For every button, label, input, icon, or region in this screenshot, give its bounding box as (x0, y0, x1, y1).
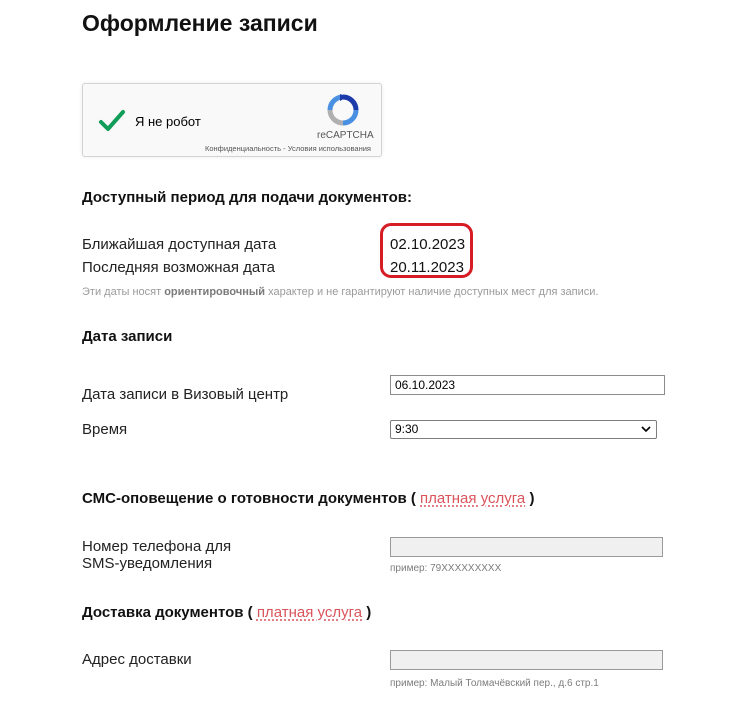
phone-label-line1: Номер телефона для (82, 538, 232, 555)
appointment-date-label: Дата записи в Визовый центр (82, 386, 289, 403)
captcha-label: Я не робот (135, 114, 201, 129)
time-select-value: 9:30 (395, 422, 419, 436)
note-bold: ориентировочный (164, 286, 266, 298)
time-select[interactable]: 9:30 (390, 420, 657, 439)
period-heading: Доступный период для подачи документов: (82, 189, 412, 206)
time-label: Время (82, 421, 128, 438)
phone-hint: пример: 79XXXXXXXXX (390, 563, 502, 574)
chevron-down-icon (641, 426, 651, 433)
latest-date-label: Последняя возможная дата (82, 259, 275, 276)
address-input[interactable] (390, 650, 663, 670)
address-hint: пример: Малый Толмачёвский пер., д.6 стр… (390, 678, 599, 689)
captcha-separator: - (283, 144, 286, 153)
check-icon[interactable] (97, 106, 127, 136)
delivery-heading-text: Доставка документов ( (82, 604, 253, 621)
appointment-date-input[interactable] (390, 375, 665, 395)
note-prefix: Эти даты носят (82, 286, 162, 298)
sms-heading: СМС-оповещение о готовности документов (… (82, 490, 534, 507)
page-title: Оформление записи (82, 10, 318, 36)
captcha-brand: reCAPTCHA (317, 130, 374, 141)
delivery-heading-close: ) (366, 604, 372, 621)
captcha-links: Конфиденциальность - Условия использован… (205, 144, 371, 153)
captcha-terms-link[interactable]: Условия использования (288, 144, 371, 153)
appointment-heading: Дата записи (82, 328, 173, 345)
address-label: Адрес доставки (82, 651, 192, 668)
recaptcha-widget[interactable]: Я не робот reCAPTCHA Конфиденциальность … (82, 83, 382, 157)
delivery-paid-service-link[interactable]: платная услуга (257, 604, 362, 621)
phone-input[interactable] (390, 537, 663, 557)
dates-highlight-annotation (380, 223, 473, 278)
sms-heading-close: ) (529, 490, 535, 507)
period-note: Эти даты носят ориентировочный характер … (82, 286, 598, 298)
earliest-date-label: Ближайшая доступная дата (82, 236, 277, 253)
phone-label: Номер телефона для SMS-уведомления (82, 538, 231, 572)
delivery-heading: Доставка документов ( платная услуга ) (82, 604, 371, 621)
captcha-privacy-link[interactable]: Конфиденциальность (205, 144, 281, 153)
sms-paid-service-link[interactable]: платная услуга (420, 490, 525, 507)
sms-heading-text: СМС-оповещение о готовности документов ( (82, 490, 416, 507)
phone-label-line2: SMS-уведомления (82, 555, 213, 572)
recaptcha-logo-icon (327, 94, 359, 126)
note-suffix: характер и не гарантируют наличие доступ… (268, 286, 599, 298)
